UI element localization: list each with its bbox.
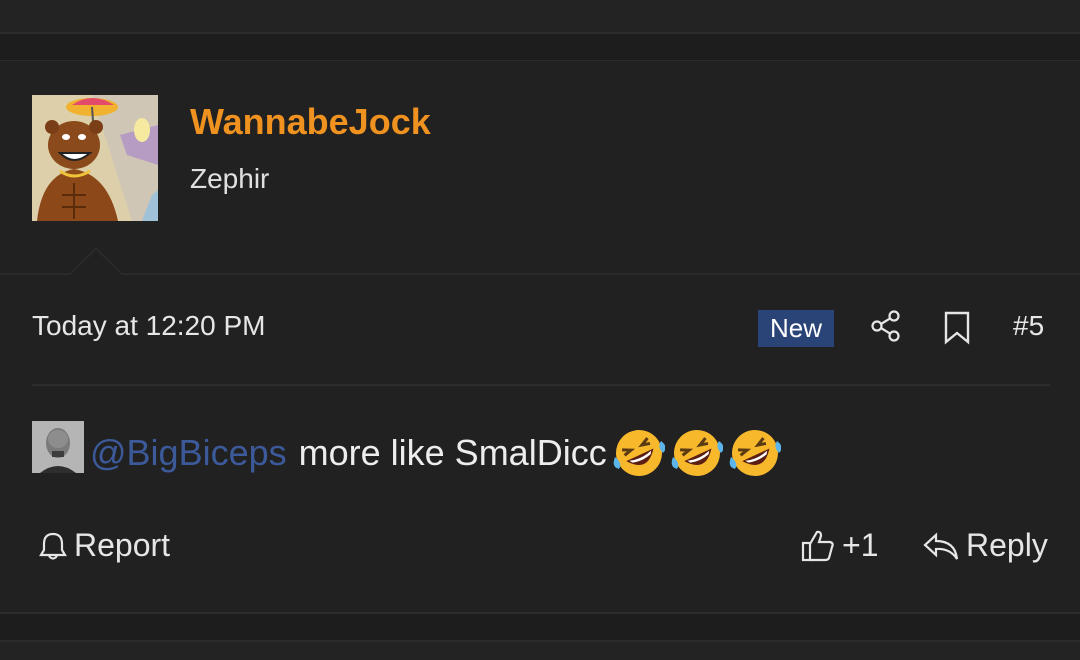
rolling-laughing-emoji-icon (613, 427, 666, 479)
share-icon[interactable] (870, 310, 902, 342)
new-badge: New (758, 310, 834, 347)
username[interactable]: WannabeJock (190, 101, 431, 143)
user-block: WannabeJock Zephir (0, 61, 1080, 273)
avatar[interactable] (32, 95, 158, 221)
user-divider (0, 273, 1080, 275)
user-title: Zephir (190, 163, 270, 194)
message-text: more like SmalDicc (298, 432, 607, 473)
message: @BigBiceps more like SmalDicc (90, 427, 782, 479)
like-button[interactable]: +1 (800, 527, 878, 564)
post-gap (0, 34, 1080, 60)
bookmark-icon[interactable] (942, 311, 972, 345)
previous-post-bottom (0, 0, 1080, 32)
post-gap (0, 614, 1080, 640)
thumbs-up-icon (800, 528, 836, 564)
report-button[interactable]: Report (38, 527, 170, 564)
post-date[interactable]: Today at 12:20 PM (32, 310, 265, 342)
bell-icon (38, 530, 68, 562)
user-arrow-inner (70, 250, 122, 275)
rolling-laughing-emoji-icon (729, 427, 782, 479)
next-post-top (0, 640, 1080, 660)
mention-avatar[interactable] (32, 421, 84, 473)
mention-link[interactable]: @BigBiceps (90, 432, 287, 474)
report-label: Report (74, 527, 171, 563)
meta-divider (32, 384, 1050, 386)
post-number-link[interactable]: #5 (1013, 310, 1044, 342)
reply-label: Reply (966, 527, 1048, 563)
rolling-laughing-emoji-icon (671, 427, 724, 479)
post: WannabeJock Zephir Today at 12:20 PM New… (0, 60, 1080, 613)
like-count: +1 (842, 527, 879, 563)
reply-button[interactable]: Reply (922, 527, 1048, 564)
reply-icon (922, 529, 960, 563)
